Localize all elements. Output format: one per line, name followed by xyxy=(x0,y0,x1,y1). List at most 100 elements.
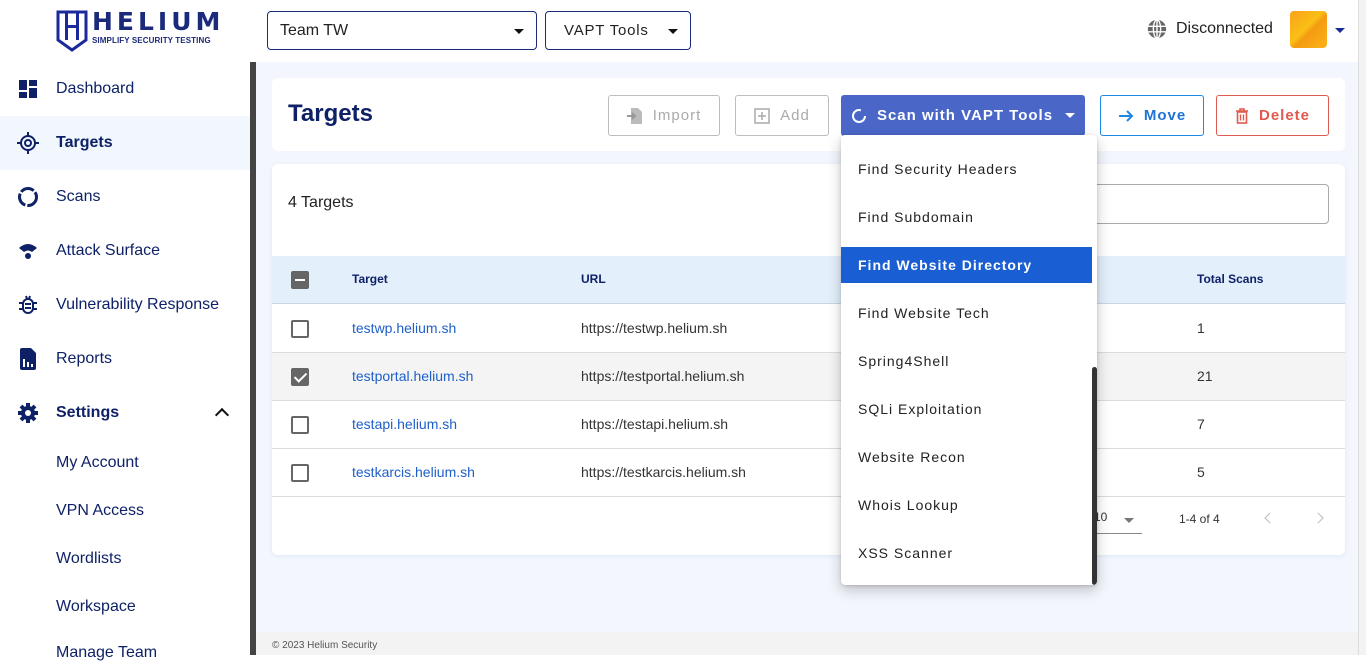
tool-select[interactable]: VAPT Tools xyxy=(545,11,691,50)
table-row[interactable]: testapi.helium.sh https://testapi.helium… xyxy=(272,401,1345,449)
move-label: Move xyxy=(1143,107,1187,124)
top-bar: HELIUM SIMPLIFY SECURITY TESTING Team TW… xyxy=(0,0,1358,60)
sidebar-subitem-workspace[interactable]: Workspace xyxy=(56,598,136,616)
table-row[interactable]: testportal.helium.sh https://testportal.… xyxy=(272,353,1345,401)
add-button[interactable]: Add xyxy=(735,95,829,136)
row-checkbox[interactable] xyxy=(291,368,309,386)
arrow-right-icon xyxy=(1118,109,1134,123)
row-checkbox[interactable] xyxy=(291,464,309,482)
report-icon xyxy=(17,348,39,370)
column-header-total-scans[interactable]: Total Scans xyxy=(1197,272,1263,286)
menu-item-spring4shell[interactable]: Spring4Shell xyxy=(841,343,1092,379)
connection-status-text: Disconnected xyxy=(1176,20,1273,37)
row-checkbox[interactable] xyxy=(291,416,309,434)
dashboard-icon xyxy=(17,78,39,100)
targets-table-card: 4 Targets Target URL Total Scans testwp.… xyxy=(272,164,1345,555)
rows-per-page-select[interactable]: 10 xyxy=(1092,506,1142,534)
target-link[interactable]: testwp.helium.sh xyxy=(352,320,456,336)
sidebar-item-label: Attack Surface xyxy=(56,242,161,259)
sidebar-item-label: Reports xyxy=(56,350,113,367)
table-header: Target URL Total Scans xyxy=(272,256,1345,304)
target-link[interactable]: testportal.helium.sh xyxy=(352,368,473,384)
sidebar-item-label: Scans xyxy=(56,188,101,205)
column-header-target[interactable]: Target xyxy=(352,272,388,286)
sidebar-item-label: Vulnerability Response xyxy=(56,296,220,313)
chevron-down-icon xyxy=(668,29,678,34)
chevron-up-icon[interactable] xyxy=(214,407,230,423)
menu-item-find-security-headers[interactable]: Find Security Headers xyxy=(841,151,1092,187)
row-checkbox[interactable] xyxy=(291,320,309,338)
sidebar-item-settings[interactable]: Settings xyxy=(0,386,250,440)
target-url: https://testkarcis.helium.sh xyxy=(581,464,746,480)
chevron-down-icon xyxy=(1065,113,1076,118)
select-all-checkbox[interactable] xyxy=(291,271,309,289)
menu-item-whois-lookup[interactable]: Whois Lookup xyxy=(841,487,1092,523)
move-button[interactable]: Move xyxy=(1100,95,1204,136)
sidebar-item-attack-surface[interactable]: Attack Surface xyxy=(0,224,250,278)
menu-item-find-subdomain[interactable]: Find Subdomain xyxy=(841,199,1092,235)
menu-item-find-website-directory[interactable]: Find Website Directory xyxy=(841,247,1092,283)
target-url: https://testwp.helium.sh xyxy=(581,320,728,336)
target-link[interactable]: testkarcis.helium.sh xyxy=(352,464,475,480)
tool-select-value: VAPT Tools xyxy=(564,22,649,39)
pagination-range: 1-4 of 4 xyxy=(1179,512,1220,526)
sidebar-item-vulnerability-response[interactable]: Vulnerability Response xyxy=(0,278,250,332)
delete-button[interactable]: Delete xyxy=(1216,95,1329,136)
menu-item-sqli-exploitation[interactable]: SQLi Exploitation xyxy=(841,391,1092,427)
prev-page-icon[interactable] xyxy=(1264,512,1276,524)
attack-surface-icon xyxy=(17,240,39,262)
menu-item-website-recon[interactable]: Website Recon xyxy=(841,439,1092,475)
table-row[interactable]: testkarcis.helium.sh https://testkarcis.… xyxy=(272,449,1345,497)
sidebar-item-label: Dashboard xyxy=(56,80,135,97)
loading-ring-icon xyxy=(851,108,867,124)
import-label: Import xyxy=(652,107,702,124)
main-content: Targets Import Add Scan with VAPT Tools … xyxy=(256,62,1358,655)
sidebar-subitem-my-account[interactable]: My Account xyxy=(56,454,139,472)
sidebar: Dashboard Targets Scans Attack Surface V… xyxy=(0,62,250,661)
menu-item-find-website-tech[interactable]: Find Website Tech xyxy=(841,295,1092,331)
target-link[interactable]: testapi.helium.sh xyxy=(352,416,457,432)
table-row[interactable]: testwp.helium.sh https://testwp.helium.s… xyxy=(272,305,1345,353)
brand-tagline: SIMPLIFY SECURITY TESTING xyxy=(92,36,211,45)
next-page-icon[interactable] xyxy=(1312,512,1324,524)
team-select[interactable]: Team TW xyxy=(267,11,537,50)
sidebar-item-dashboard[interactable]: Dashboard xyxy=(0,62,250,116)
import-button[interactable]: Import xyxy=(608,95,720,136)
total-scans: 7 xyxy=(1197,416,1205,432)
scan-label: Scan with VAPT Tools xyxy=(876,107,1054,124)
menu-item-xss-scanner[interactable]: XSS Scanner xyxy=(841,535,1092,571)
scans-icon xyxy=(17,186,39,208)
target-icon xyxy=(17,132,39,154)
target-url: https://testapi.helium.sh xyxy=(581,416,729,432)
delete-label: Delete xyxy=(1258,107,1311,124)
total-scans: 5 xyxy=(1197,464,1205,480)
column-header-url[interactable]: URL xyxy=(581,272,606,286)
team-select-value: Team TW xyxy=(280,21,349,39)
bug-icon xyxy=(17,294,39,316)
sidebar-item-scans[interactable]: Scans xyxy=(0,170,250,224)
page-scrollbar[interactable] xyxy=(1358,0,1366,655)
account-menu-chevron-icon[interactable] xyxy=(1335,28,1345,33)
sidebar-subitem-vpn-access[interactable]: VPN Access xyxy=(56,502,144,520)
avatar[interactable] xyxy=(1290,11,1327,48)
sidebar-item-reports[interactable]: Reports xyxy=(0,332,250,386)
helium-logo[interactable]: HELIUM SIMPLIFY SECURITY TESTING xyxy=(56,7,226,52)
sidebar-subitem-wordlists[interactable]: Wordlists xyxy=(56,550,122,568)
brand-name: HELIUM xyxy=(92,7,225,36)
connection-status[interactable]: Disconnected xyxy=(1146,18,1273,40)
sidebar-item-targets[interactable]: Targets xyxy=(0,116,250,170)
trash-icon xyxy=(1235,107,1249,124)
sidebar-subitem-manage-team[interactable]: Manage Team xyxy=(56,644,157,662)
chevron-down-icon xyxy=(1124,518,1134,523)
menu-scrollbar[interactable] xyxy=(1092,367,1097,585)
chevron-down-icon xyxy=(514,29,524,34)
scan-with-vapt-tools-button[interactable]: Scan with VAPT Tools xyxy=(841,95,1085,136)
sidebar-item-label: Targets xyxy=(56,134,113,151)
total-scans: 1 xyxy=(1197,320,1205,336)
gear-icon xyxy=(17,402,39,424)
add-box-icon xyxy=(754,107,770,124)
import-icon xyxy=(626,107,643,125)
add-label: Add xyxy=(780,107,810,124)
copyright: © 2023 Helium Security xyxy=(272,640,378,651)
shield-logo-icon xyxy=(56,10,88,52)
